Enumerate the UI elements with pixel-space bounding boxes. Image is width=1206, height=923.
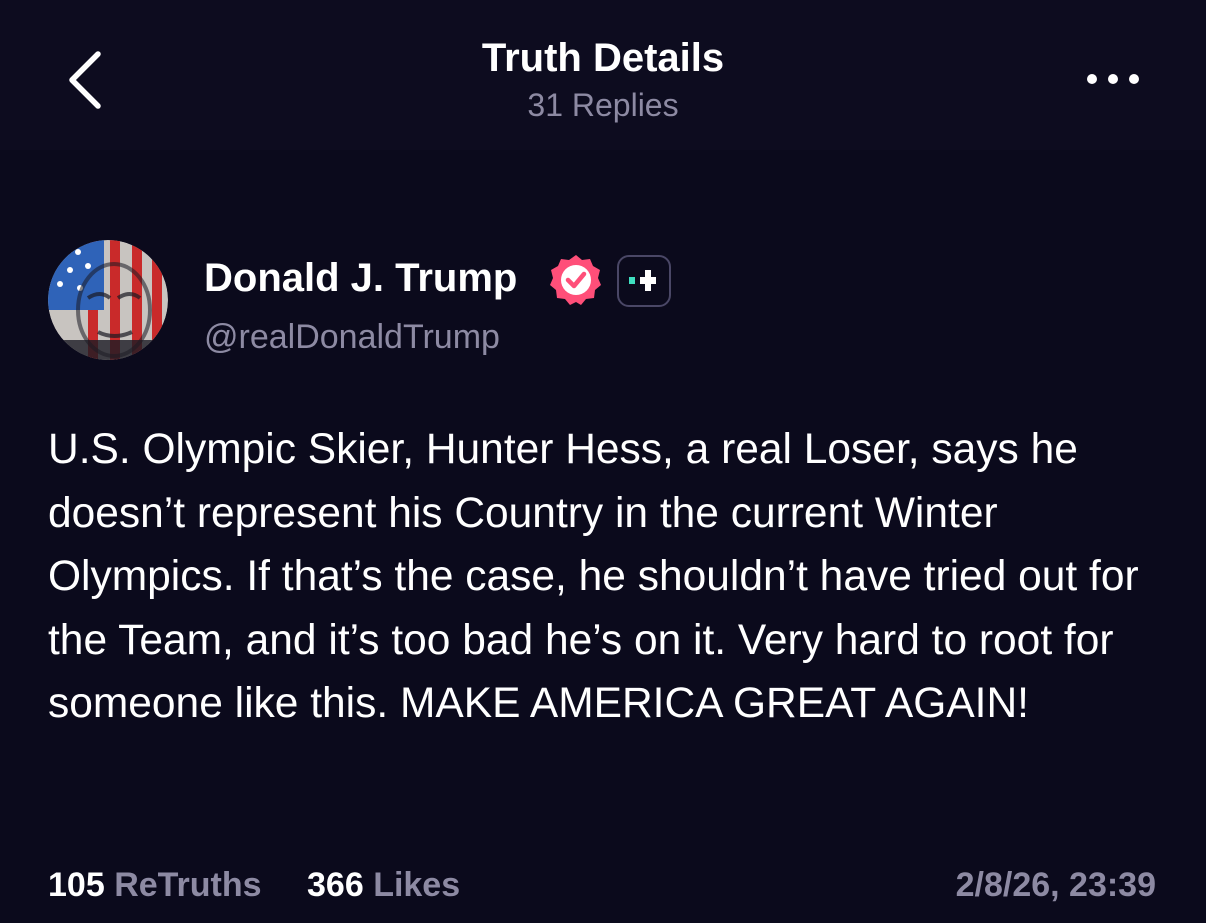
verified-badge-icon bbox=[548, 252, 604, 308]
ellipsis-icon bbox=[1087, 74, 1139, 84]
post-text: U.S. Olympic Skier, Hunter Hess, a real … bbox=[48, 426, 1139, 727]
retruths-count: 105 bbox=[48, 866, 105, 904]
post-stats: 105 ReTruths 366 Likes bbox=[48, 866, 496, 905]
truth-plus-badge[interactable] bbox=[617, 255, 671, 307]
author-name[interactable]: Donald J. Trump bbox=[204, 256, 517, 301]
likes-label: Likes bbox=[373, 866, 461, 904]
post-timestamp: 2/8/26, 23:39 bbox=[955, 866, 1156, 904]
page-title: Truth Details bbox=[481, 36, 725, 80]
likes-stat[interactable]: 366 Likes bbox=[307, 866, 460, 905]
top-bar: Truth Details 31 Replies bbox=[0, 0, 1206, 150]
retruths-stat[interactable]: 105 ReTruths bbox=[48, 866, 262, 905]
more-options-button[interactable] bbox=[1078, 64, 1148, 94]
replies-count[interactable]: 31 Replies bbox=[0, 87, 1206, 124]
author-handle[interactable]: @realDonaldTrump bbox=[204, 318, 500, 357]
plus-badge-icon bbox=[629, 270, 656, 291]
retruths-label: ReTruths bbox=[114, 866, 262, 904]
author-avatar[interactable] bbox=[48, 240, 168, 360]
likes-count: 366 bbox=[307, 866, 364, 904]
